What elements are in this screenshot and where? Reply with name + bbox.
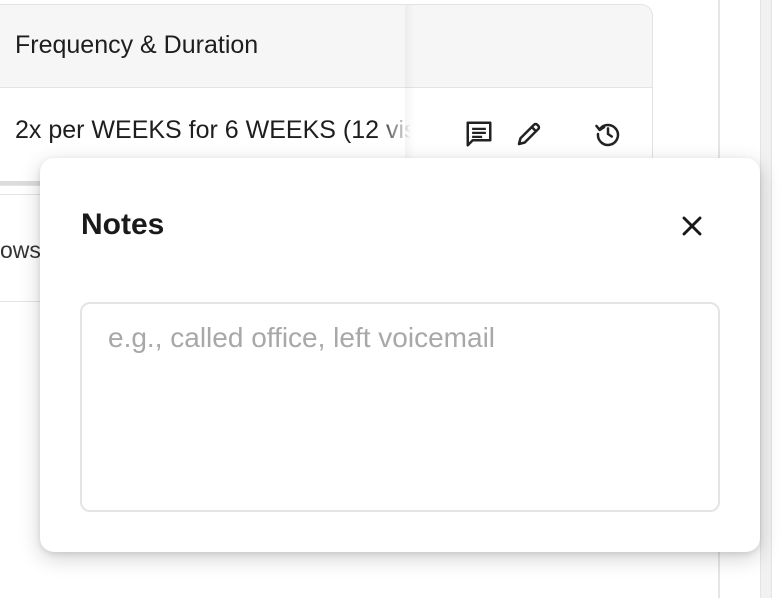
column-header-frequency-duration: Frequency & Duration [15,31,259,59]
frequency-duration-cell: 2x per WEEKS for 6 WEEKS (12 visits) [15,116,411,144]
popover-title: Notes [81,208,165,241]
pencil-icon[interactable] [514,119,544,149]
notes-textarea[interactable] [80,302,720,512]
scrollbar-track[interactable] [760,0,772,598]
row-partial-text: ows [0,237,41,263]
close-icon[interactable] [676,210,708,242]
comment-icon[interactable] [464,119,494,149]
notes-popover: Notes [40,158,760,552]
page: Frequency & Duration 2x per WEEKS for 6 … [0,0,780,598]
history-icon[interactable] [593,119,623,149]
